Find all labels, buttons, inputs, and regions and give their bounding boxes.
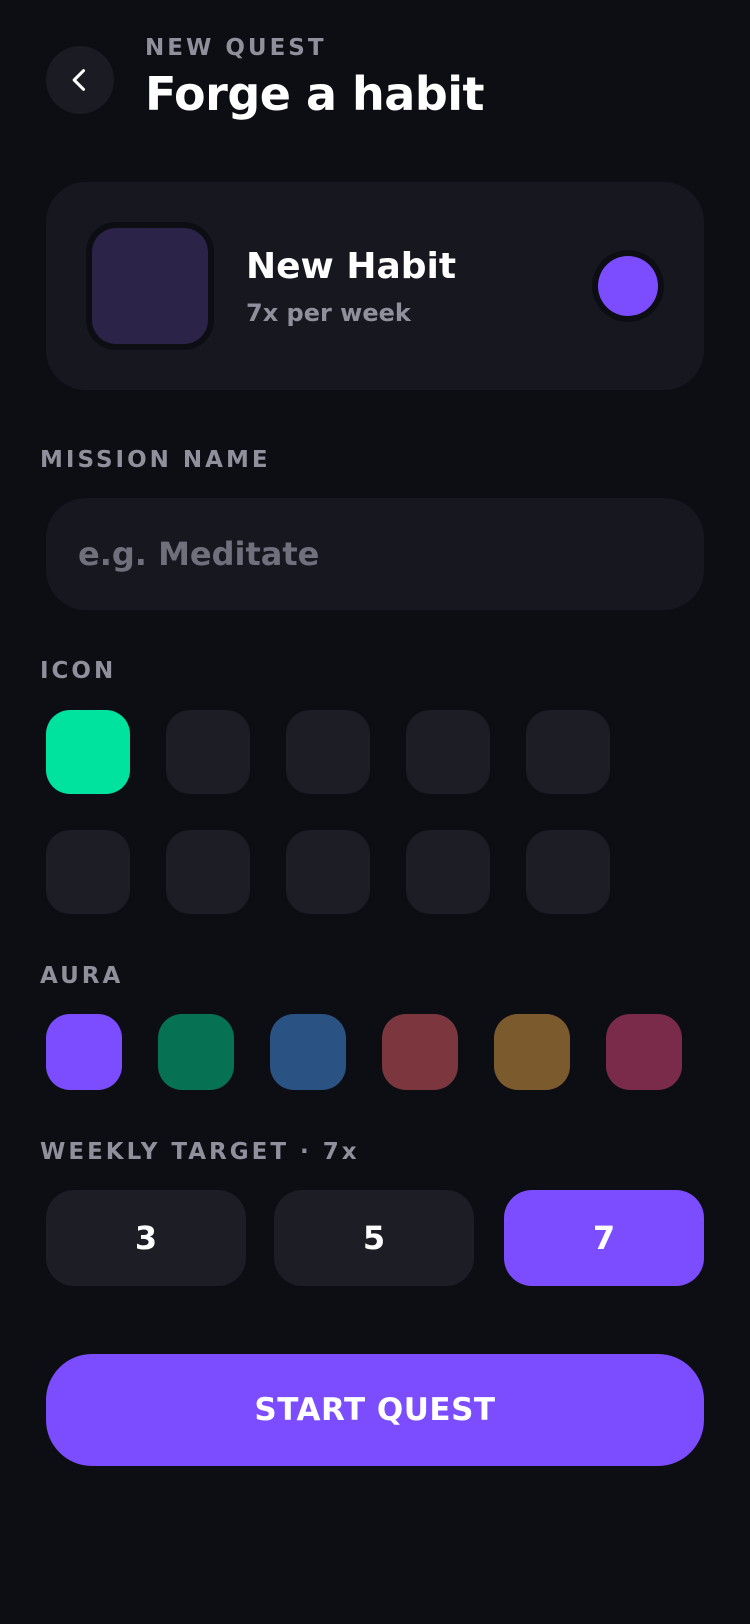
target-option-5[interactable]: 5: [274, 1190, 474, 1286]
aura-swatch-blue[interactable]: [270, 1014, 346, 1090]
new-quest-screen: NEW QUEST Forge a habit New Habit 7x per…: [0, 0, 750, 1624]
page-title: Forge a habit: [145, 67, 485, 121]
icon-label: ICON: [40, 658, 117, 684]
icon-option[interactable]: [166, 710, 250, 794]
preview-aura-frame: [592, 250, 664, 322]
habit-preview-card: New Habit 7x per week: [46, 182, 704, 390]
preview-icon: [92, 228, 208, 344]
aura-swatch-purple[interactable]: [46, 1014, 122, 1090]
aura-swatch-red[interactable]: [382, 1014, 458, 1090]
header: NEW QUEST Forge a habit: [145, 34, 485, 122]
icon-option[interactable]: [406, 830, 490, 914]
icon-option[interactable]: [46, 710, 130, 794]
aura-swatch-magenta[interactable]: [606, 1014, 682, 1090]
start-quest-button[interactable]: START QUEST: [46, 1354, 704, 1466]
icon-option[interactable]: [286, 830, 370, 914]
icon-option[interactable]: [166, 830, 250, 914]
target-option-3[interactable]: 3: [46, 1190, 246, 1286]
aura-swatch-gold[interactable]: [494, 1014, 570, 1090]
preview-habit-name: New Habit: [246, 246, 457, 287]
preview-frequency: 7x per week: [246, 299, 411, 327]
preview-icon-frame: [86, 222, 214, 350]
back-button[interactable]: [46, 46, 114, 114]
mission-name-input[interactable]: [46, 498, 704, 610]
aura-label: AURA: [40, 963, 124, 989]
target-option-7[interactable]: 7: [504, 1190, 704, 1286]
icon-option[interactable]: [46, 830, 130, 914]
header-eyebrow: NEW QUEST: [145, 35, 327, 61]
mission-name-label: MISSION NAME: [40, 447, 271, 473]
aura-swatch-green[interactable]: [158, 1014, 234, 1090]
preview-aura-dot: [598, 256, 658, 316]
icon-option[interactable]: [526, 710, 610, 794]
icon-option[interactable]: [286, 710, 370, 794]
icon-option[interactable]: [406, 710, 490, 794]
weekly-target-label: WEEKLY TARGET · 7x: [40, 1139, 360, 1165]
icon-option[interactable]: [526, 830, 610, 914]
chevron-left-icon: [72, 69, 86, 91]
